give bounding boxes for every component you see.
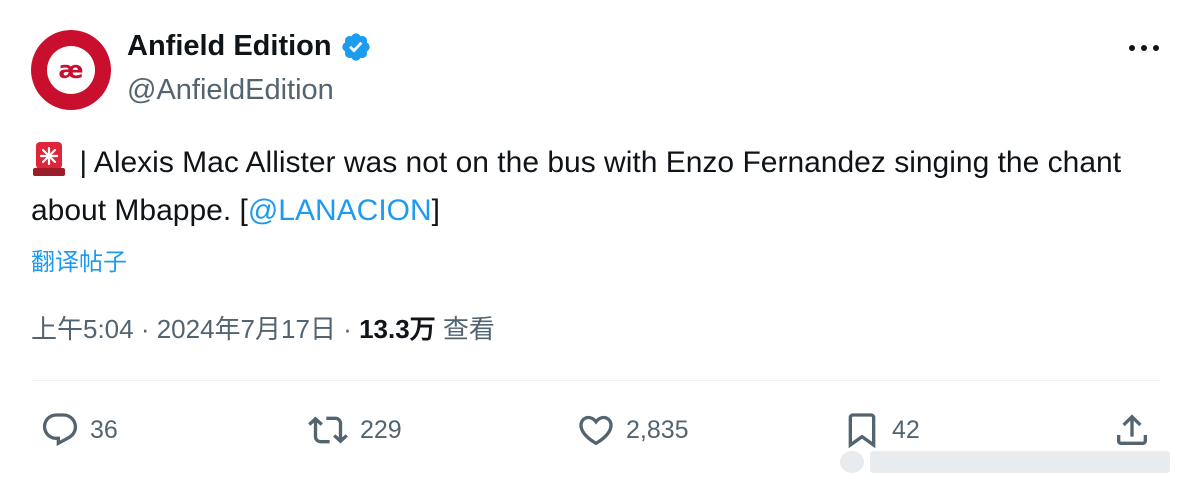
meta-separator: · (133, 314, 157, 344)
meta-separator-2: · (335, 314, 360, 344)
retweet-button[interactable]: 229 (306, 408, 402, 452)
views-count: 13.3万 (359, 314, 436, 344)
more-options-button[interactable] (1122, 30, 1166, 66)
siren-emoji-icon (31, 140, 67, 178)
author-name-row: Anfield Edition (127, 30, 372, 63)
retweet-count: 229 (360, 415, 402, 444)
tweet-date[interactable]: 2024年7月17日 (157, 314, 336, 344)
like-count: 2,835 (626, 415, 689, 444)
author-display-name[interactable]: Anfield Edition (127, 30, 332, 63)
tweet-text: | Alexis Mac Allister was not on the bus… (31, 139, 1161, 235)
share-button[interactable] (1112, 408, 1152, 452)
bookmark-count: 42 (892, 415, 920, 444)
avatar-logo-text: æ (58, 56, 84, 84)
bookmark-icon (842, 410, 882, 450)
like-button[interactable]: 2,835 (576, 408, 689, 452)
more-dots-icon (1128, 39, 1160, 57)
reply-count: 36 (90, 415, 118, 444)
tweet-body-end: ] (431, 194, 440, 227)
heart-icon (576, 410, 616, 450)
translate-post-link[interactable]: 翻译帖子 (31, 242, 127, 277)
tweet-body-text: | Alexis Mac Allister was not on the bus… (31, 146, 1122, 227)
tweet-card: æ Anfield Edition @AnfieldEdition | Alex… (0, 0, 1202, 486)
share-icon (1112, 410, 1152, 450)
mention-link[interactable]: @LANACION (248, 194, 432, 227)
retweet-icon (306, 410, 350, 450)
avatar[interactable]: æ (31, 30, 111, 110)
verified-badge-icon (340, 31, 372, 63)
avatar-logo: æ (47, 46, 95, 94)
divider (31, 380, 1161, 381)
views-label: 查看 (435, 314, 495, 344)
tweet-meta: 上午5:04 · 2024年7月17日 · 13.3万 查看 (31, 309, 495, 346)
author-handle[interactable]: @AnfieldEdition (127, 74, 334, 107)
tweet-time[interactable]: 上午5:04 (31, 314, 134, 344)
bookmark-button[interactable]: 42 (842, 408, 920, 452)
watermark (840, 447, 1190, 477)
reply-icon (40, 410, 80, 450)
reply-button[interactable]: 36 (40, 408, 118, 452)
